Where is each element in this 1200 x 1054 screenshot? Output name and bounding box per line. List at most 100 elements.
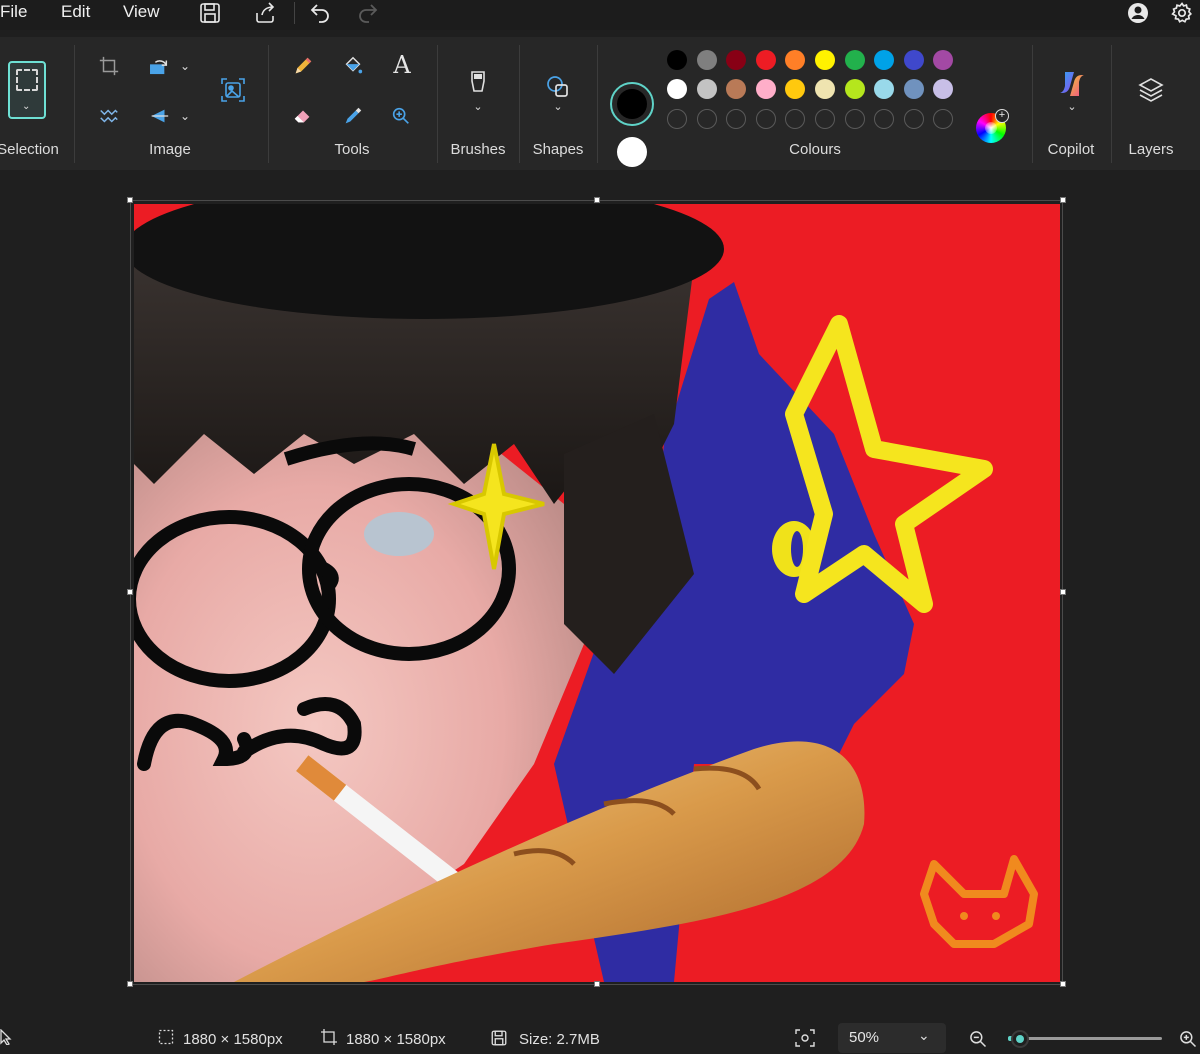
secondary-colour-swatch[interactable] — [617, 137, 647, 167]
account-icon[interactable] — [1126, 1, 1150, 25]
zoom-in-icon[interactable] — [1178, 1029, 1198, 1054]
colour-swatch[interactable] — [696, 50, 717, 70]
copilot-chevron-down-icon[interactable]: ⌄ — [1067, 100, 1076, 113]
canvas-artwork — [134, 204, 1060, 982]
colour-swatch[interactable] — [785, 79, 806, 99]
selection-size-icon — [158, 1029, 174, 1050]
fit-to-window-icon[interactable] — [795, 1029, 815, 1052]
shapes-icon — [547, 75, 568, 97]
flip-chevron-down-icon[interactable]: ⌄ — [176, 107, 194, 125]
custom-colour-slot[interactable] — [785, 109, 806, 129]
resize-handle[interactable] — [594, 981, 600, 987]
resize-handle[interactable] — [1060, 981, 1066, 987]
custom-colour-slot[interactable] — [933, 109, 954, 129]
pencil-icon[interactable] — [290, 53, 316, 79]
menu-divider — [294, 2, 295, 24]
resize-handle[interactable] — [1060, 197, 1066, 203]
colour-swatch[interactable] — [933, 50, 954, 70]
group-divider — [1032, 45, 1033, 163]
fill-bucket-icon[interactable] — [340, 53, 366, 79]
primary-colour-swatch[interactable] — [617, 89, 647, 119]
drawing-canvas[interactable] — [134, 204, 1060, 982]
resize-handle[interactable] — [1060, 589, 1066, 595]
colour-swatch[interactable] — [726, 79, 747, 99]
colour-swatch[interactable] — [815, 50, 835, 70]
flip-icon[interactable] — [146, 103, 172, 129]
save-icon[interactable] — [198, 1, 222, 25]
colour-swatch[interactable] — [726, 50, 747, 70]
colour-swatch[interactable] — [696, 79, 717, 99]
selection-tool-button[interactable]: ⌄ — [8, 61, 46, 119]
cursor-position-icon — [0, 1028, 12, 1050]
colour-swatch[interactable] — [874, 50, 895, 70]
shapes-chevron-down-icon[interactable]: ⌄ — [553, 100, 562, 113]
status-bar: 1880 × 1580px 1880 × 1580px Size: 2.7MB … — [0, 1020, 1200, 1054]
menu-bar: File Edit View — [0, 0, 1200, 30]
group-label-tools: Tools — [334, 141, 370, 158]
custom-colour-slot[interactable] — [903, 109, 924, 129]
resize-handle[interactable] — [594, 197, 600, 203]
group-label-layers: Layers — [1128, 141, 1174, 158]
brushes-chevron-down-icon[interactable]: ⌄ — [473, 100, 482, 113]
custom-colour-slot[interactable] — [844, 109, 865, 129]
share-icon[interactable] — [253, 1, 277, 25]
crop-icon[interactable] — [96, 53, 122, 79]
colour-swatch[interactable] — [903, 79, 924, 99]
rotate-chevron-down-icon[interactable]: ⌄ — [176, 57, 194, 75]
resize-icon[interactable] — [96, 103, 122, 129]
add-colour-icon[interactable]: + — [995, 109, 1009, 123]
chevron-down-icon[interactable]: ⌄ — [22, 101, 30, 112]
zoom-chevron-down-icon: ⌄ — [918, 1027, 930, 1043]
zoom-level-dropdown[interactable]: 50% ⌄ — [838, 1023, 946, 1053]
colour-swatch[interactable] — [844, 50, 865, 70]
ribbon-toolbar: ⌄ Selection ⌄ ⌄ Image A Tools ⌄ Brushes … — [0, 37, 1200, 170]
colour-swatch[interactable] — [874, 79, 895, 99]
color-picker-icon[interactable] — [340, 103, 366, 129]
colour-swatch[interactable] — [815, 79, 835, 99]
custom-colour-slot[interactable] — [755, 109, 776, 129]
colour-swatch[interactable] — [933, 79, 954, 99]
copilot-icon — [1060, 71, 1084, 96]
zoom-slider-track[interactable] — [1008, 1037, 1162, 1040]
resize-handle[interactable] — [127, 197, 133, 203]
layers-icon — [1138, 78, 1164, 102]
undo-icon[interactable] — [308, 1, 332, 25]
canvas-size: 1880 × 1580px — [346, 1031, 446, 1048]
magnifier-icon[interactable] — [388, 103, 414, 129]
colour-swatch[interactable] — [755, 50, 776, 70]
colour-swatch[interactable] — [785, 50, 806, 70]
settings-gear-icon[interactable] — [1170, 1, 1194, 25]
custom-colour-slot[interactable] — [815, 109, 835, 129]
shapes-button[interactable]: ⌄ — [543, 67, 573, 119]
colour-swatch[interactable] — [667, 50, 687, 70]
remove-background-icon[interactable] — [218, 75, 248, 105]
rotate-icon[interactable] — [146, 53, 172, 79]
layers-button[interactable] — [1136, 75, 1166, 105]
group-label-image: Image — [149, 141, 191, 158]
brushes-button[interactable]: ⌄ — [463, 63, 493, 119]
zoom-slider-thumb[interactable] — [1011, 1030, 1030, 1048]
canvas-size-icon — [321, 1029, 337, 1050]
menu-file[interactable]: File — [0, 2, 27, 22]
colour-swatch[interactable] — [667, 79, 687, 99]
zoom-out-icon[interactable] — [968, 1029, 988, 1054]
resize-handle[interactable] — [127, 981, 133, 987]
group-divider — [519, 45, 520, 163]
group-label-brushes: Brushes — [450, 141, 506, 158]
custom-colour-slot[interactable] — [874, 109, 895, 129]
menu-edit[interactable]: Edit — [61, 2, 90, 22]
eraser-icon[interactable] — [290, 103, 316, 129]
custom-colour-slot[interactable] — [667, 109, 687, 129]
colour-swatch[interactable] — [844, 79, 865, 99]
group-label-shapes: Shapes — [532, 141, 584, 158]
resize-handle[interactable] — [127, 589, 133, 595]
colour-swatch[interactable] — [903, 50, 924, 70]
custom-colour-slot[interactable] — [696, 109, 717, 129]
text-tool-icon[interactable]: A — [388, 51, 416, 79]
menu-view[interactable]: View — [123, 2, 160, 22]
custom-colour-slot[interactable] — [726, 109, 747, 129]
selection-rectangle-icon — [16, 69, 38, 91]
selection-size: 1880 × 1580px — [183, 1031, 283, 1048]
copilot-button[interactable]: ⌄ — [1054, 65, 1090, 115]
colour-swatch[interactable] — [755, 79, 776, 99]
